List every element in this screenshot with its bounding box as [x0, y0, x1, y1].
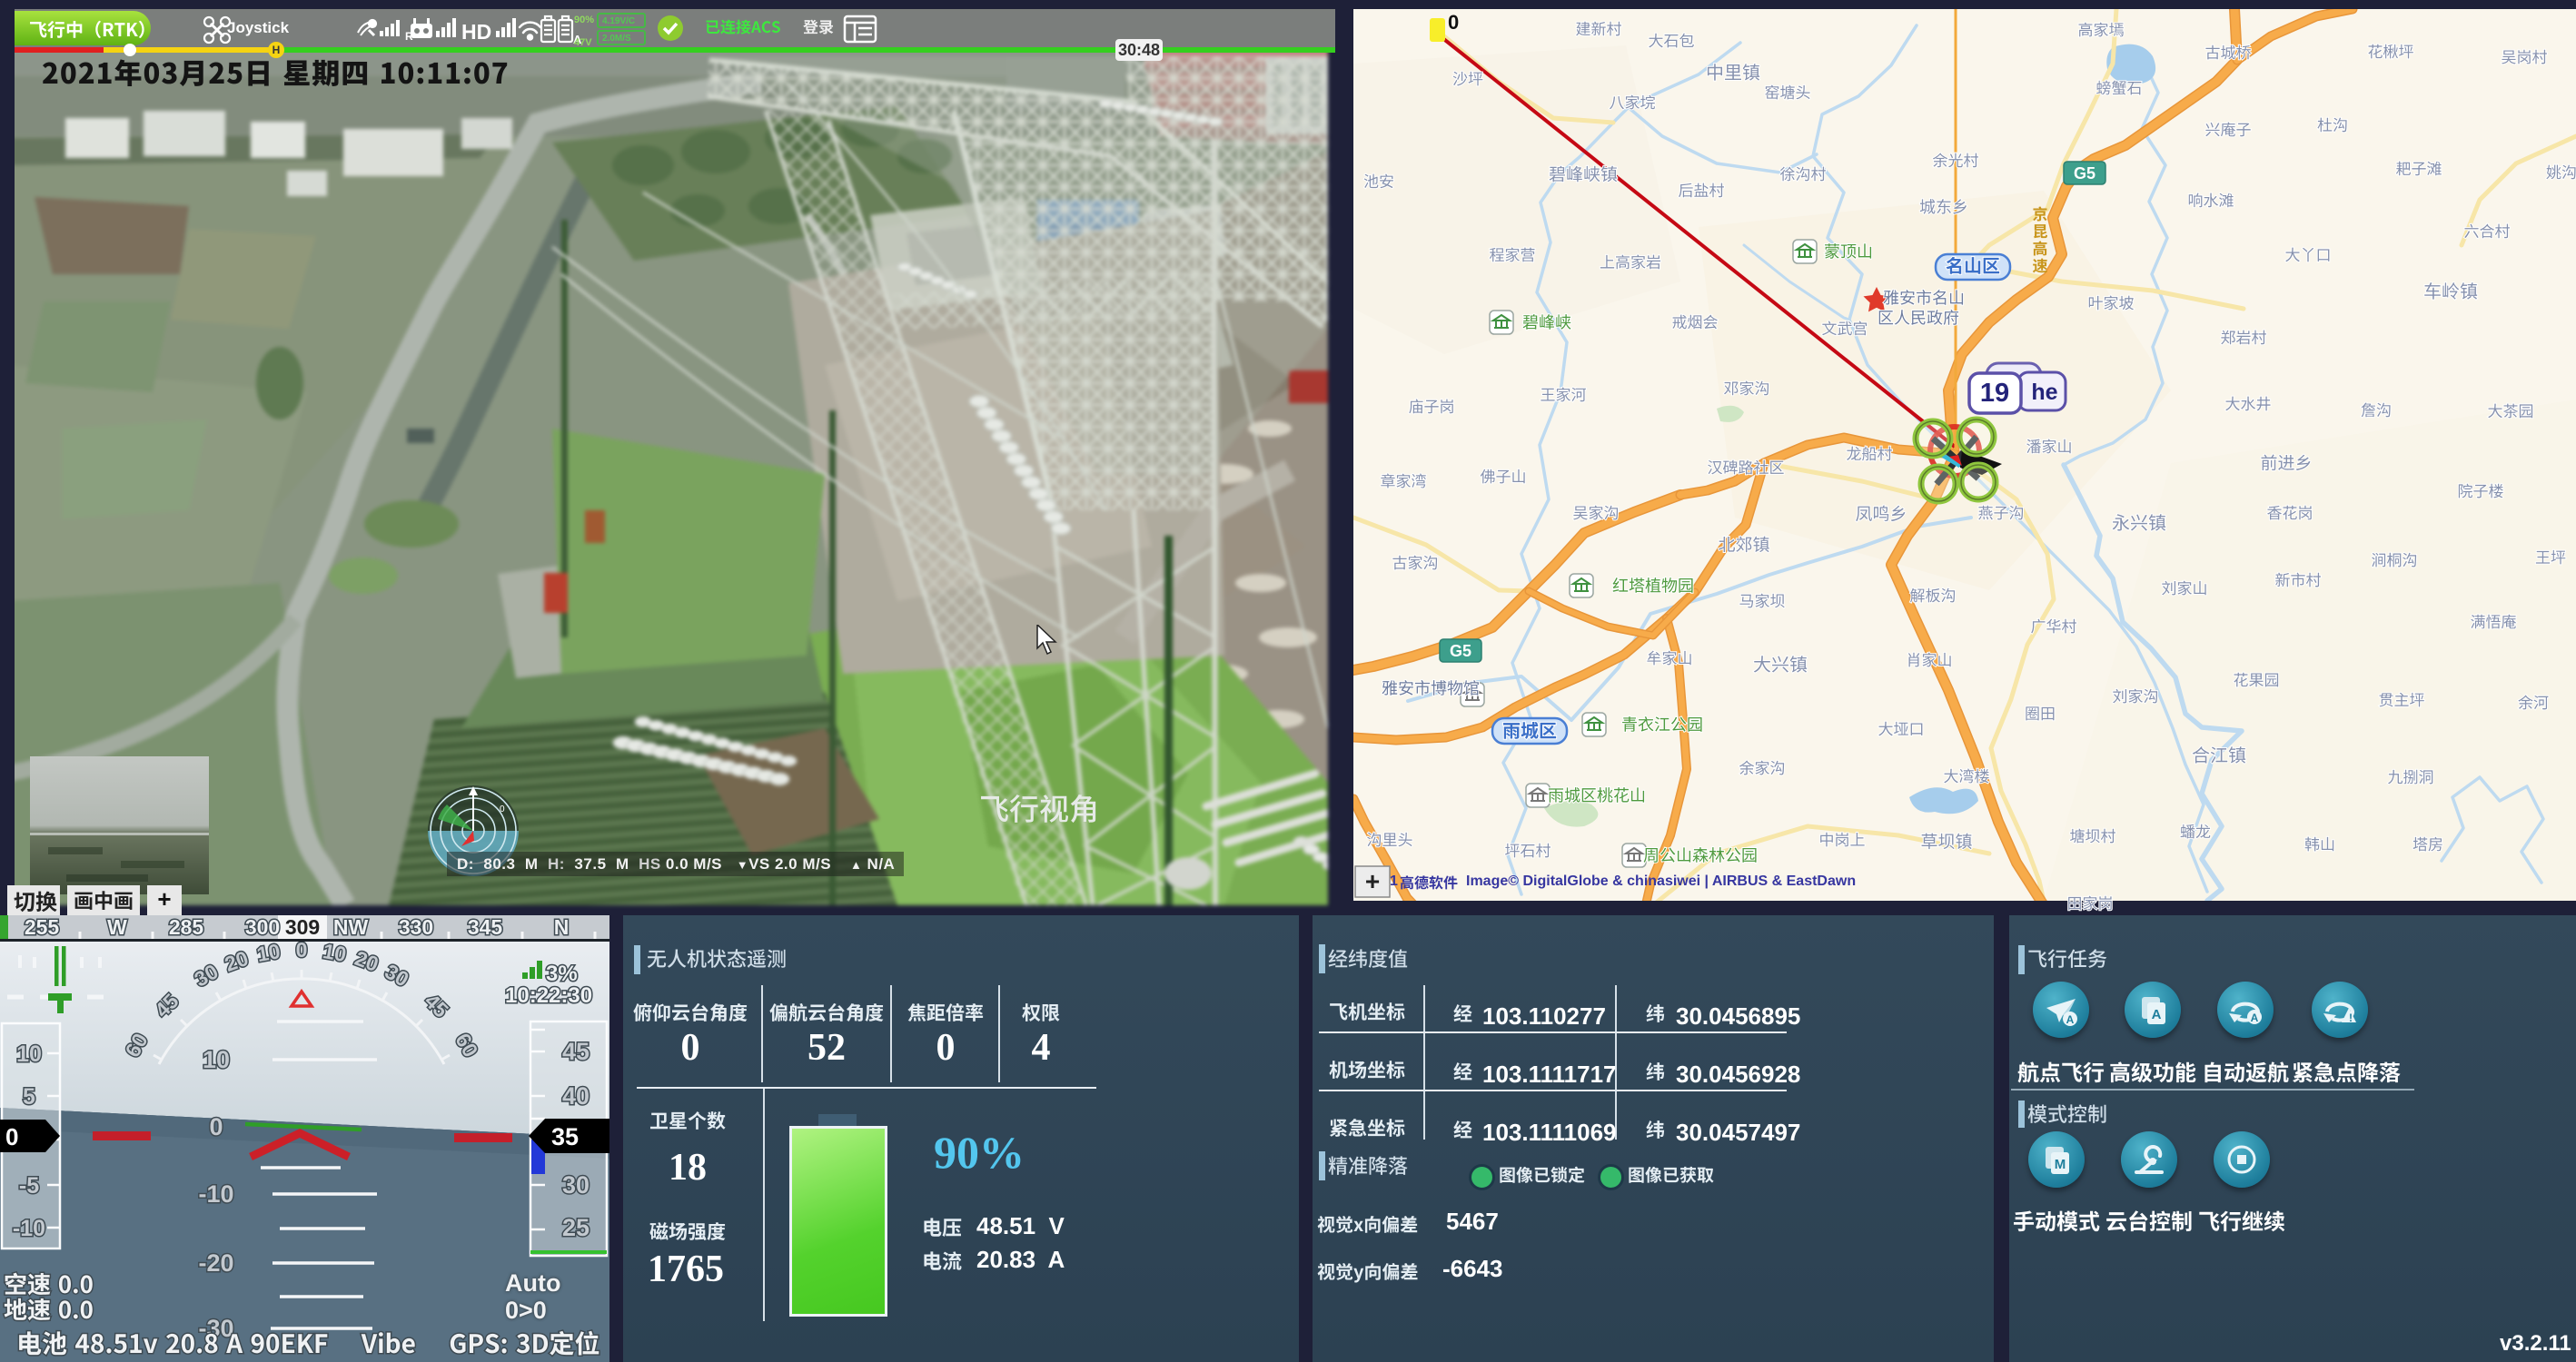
- svg-text:19: 19: [1980, 379, 2009, 408]
- svg-text:30: 30: [562, 1171, 590, 1199]
- svg-text:4.19V/C: 4.19V/C: [602, 16, 635, 26]
- svg-text:330: 330: [399, 915, 433, 939]
- svg-text:-20: -20: [198, 1249, 233, 1277]
- svg-text:3%: 3%: [546, 962, 578, 986]
- svg-text:N: N: [554, 915, 570, 939]
- svg-text:A: A: [2066, 1013, 2075, 1026]
- svg-text:10: 10: [203, 1046, 230, 1073]
- svg-text:-5: -5: [19, 1173, 39, 1199]
- svg-text:W: W: [107, 915, 127, 939]
- svg-text:A: A: [2251, 1012, 2259, 1024]
- svg-text:10:22:30: 10:22:30: [505, 983, 592, 1008]
- svg-text:40: 40: [562, 1082, 590, 1110]
- svg-text:2.0M/S: 2.0M/S: [602, 34, 631, 44]
- svg-text:10: 10: [322, 939, 349, 966]
- svg-text:HD: HD: [461, 20, 491, 44]
- svg-text:0: 0: [5, 1123, 18, 1150]
- svg-text:35: 35: [551, 1123, 579, 1150]
- svg-text:25: 25: [562, 1214, 590, 1241]
- svg-text:+: +: [1365, 867, 1380, 895]
- svg-text:10: 10: [255, 939, 282, 966]
- svg-text:90%: 90%: [574, 15, 594, 25]
- svg-text:-10: -10: [198, 1180, 233, 1208]
- svg-text:285: 285: [169, 915, 204, 939]
- svg-text:NW: NW: [333, 915, 369, 939]
- svg-text:-30: -30: [198, 1315, 233, 1342]
- svg-text:5: 5: [23, 1084, 35, 1110]
- svg-text:-10: -10: [13, 1216, 45, 1241]
- svg-text:45: 45: [562, 1038, 590, 1065]
- svg-text:!: !: [2349, 1012, 2353, 1024]
- svg-text:300: 300: [245, 915, 280, 939]
- svg-text:M: M: [2055, 1157, 2066, 1172]
- svg-text:10: 10: [16, 1041, 42, 1067]
- svg-text:G5: G5: [1450, 642, 1471, 660]
- svg-text:G5: G5: [2074, 164, 2095, 183]
- svg-text:0: 0: [209, 1113, 223, 1140]
- svg-text:A: A: [2152, 1007, 2162, 1022]
- svg-text:0: 0: [500, 804, 505, 814]
- svg-text:345: 345: [468, 915, 503, 939]
- svg-text:47V: 47V: [574, 37, 592, 47]
- svg-text:255: 255: [25, 915, 60, 939]
- svg-text:he: he: [2031, 380, 2057, 405]
- svg-text:309: 309: [285, 915, 320, 939]
